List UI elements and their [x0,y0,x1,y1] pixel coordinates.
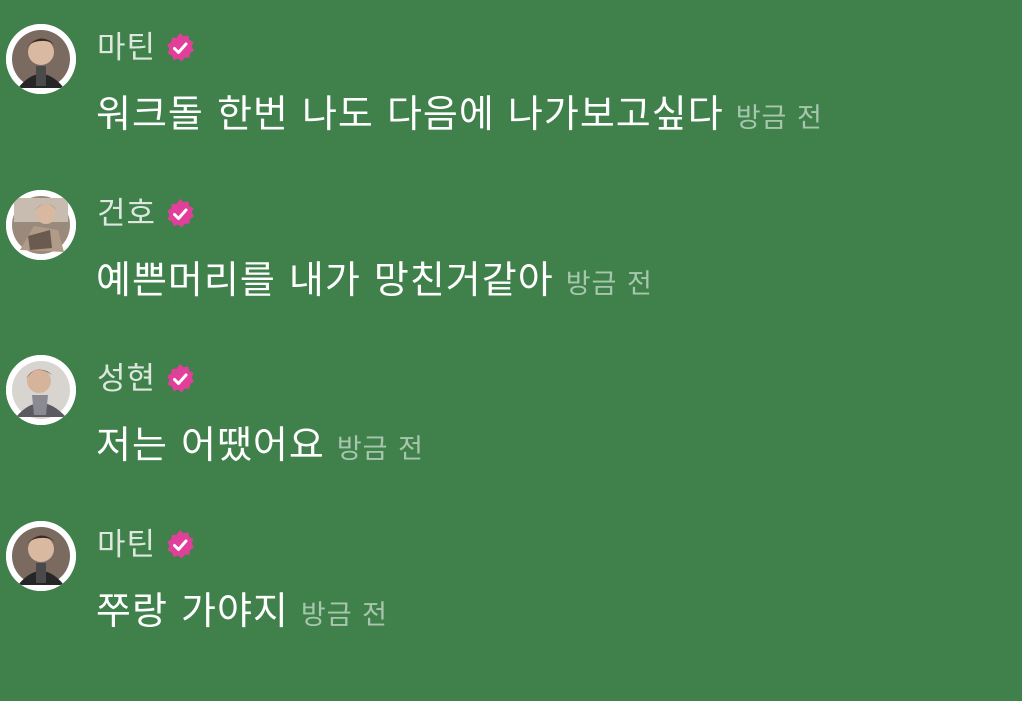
message-row: 예쁜머리를 내가 망친거같아 방금 전 [96,250,653,310]
avatar-martin-icon [6,521,76,591]
avatar[interactable] [6,355,76,425]
author-name[interactable]: 성현 [97,359,156,399]
message-text: 저는 어땠어요 [96,423,325,467]
author-row: 마틴 [97,28,196,68]
message-text: 워크돌 한번 나도 다음에 나가보고싶다 [96,92,724,136]
verified-badge-icon [164,529,196,561]
author-row: 건호 [97,194,196,234]
verified-badge-icon [164,32,196,64]
chat-list: 마틴 워크돌 한번 나도 다음에 나가보고싶다 방금 전 건호 예쁜머리를 내가… [0,0,1022,701]
message-row: 쭈랑 가야지 방금 전 [96,581,388,641]
verified-badge-icon [164,363,196,395]
message-row: 저는 어땠어요 방금 전 [96,415,424,475]
avatar[interactable] [6,521,76,591]
avatar-gunho-icon [6,190,76,260]
verified-badge-icon [164,198,196,230]
author-name[interactable]: 마틴 [97,525,156,565]
chat-message: 성현 저는 어땠어요 방금 전 [0,355,1022,475]
author-name[interactable]: 마틴 [97,28,156,68]
author-row: 마틴 [97,525,196,565]
chat-message: 마틴 쭈랑 가야지 방금 전 [0,521,1022,641]
avatar[interactable] [6,24,76,94]
message-time: 방금 전 [336,434,424,465]
message-time: 방금 전 [300,600,388,631]
author-name[interactable]: 건호 [97,194,156,234]
avatar-martin-icon [6,24,76,94]
message-text: 예쁜머리를 내가 망친거같아 [96,258,554,302]
chat-message: 건호 예쁜머리를 내가 망친거같아 방금 전 [0,190,1022,310]
chat-message: 마틴 워크돌 한번 나도 다음에 나가보고싶다 방금 전 [0,24,1022,144]
message-time: 방금 전 [735,103,823,134]
author-row: 성현 [97,359,196,399]
avatar-seonghyeon-icon [6,355,76,425]
message-text: 쭈랑 가야지 [96,589,289,633]
message-time: 방금 전 [565,269,653,300]
message-row: 워크돌 한번 나도 다음에 나가보고싶다 방금 전 [96,84,823,144]
avatar[interactable] [6,190,76,260]
